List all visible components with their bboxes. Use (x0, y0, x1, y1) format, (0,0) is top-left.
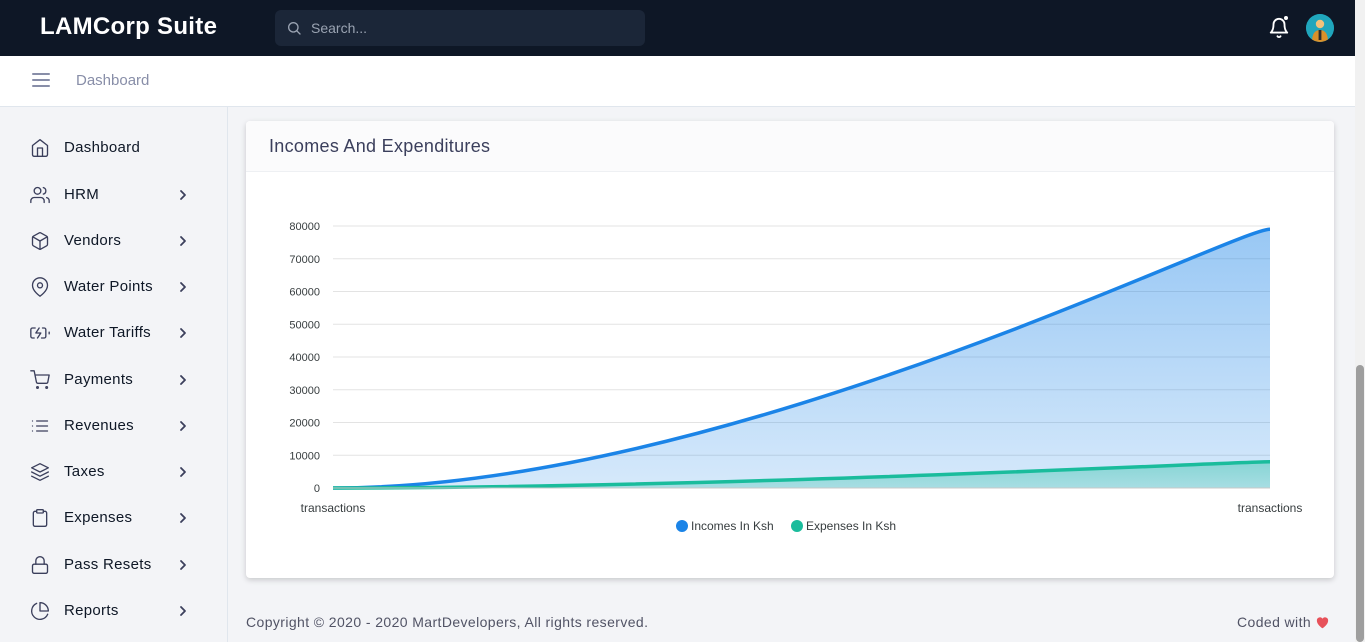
y-tick-label: 10000 (289, 450, 320, 462)
sidebar-item-label: Reports (64, 602, 119, 619)
sidebar-item-pass-resets[interactable]: Pass Resets (0, 545, 228, 585)
chevron-right-icon (180, 421, 186, 431)
scrollbar-thumb[interactable] (1356, 365, 1364, 642)
sidebar-item-taxes[interactable]: Taxes (0, 452, 228, 492)
chevron-right-icon (180, 606, 186, 616)
avatar-image (1306, 14, 1334, 42)
notifications-button[interactable] (1268, 15, 1290, 39)
y-tick-label: 30000 (289, 385, 320, 397)
sidebar-item-label: Revenues (64, 417, 134, 434)
footer-copyright: Copyright © 2020 - 2020 MartDevelopers, … (246, 614, 649, 630)
sidebar-item-label: Water Points (64, 278, 153, 295)
chevron-right-icon (180, 282, 186, 292)
legend-label: Incomes In Ksh (691, 519, 774, 533)
sidebar: Dashboard HRM Vendors Water Points Water… (0, 107, 228, 642)
y-tick-label: 70000 (289, 254, 320, 266)
lock-icon (31, 556, 49, 574)
sidebar-item-payments[interactable]: Payments (0, 360, 228, 400)
box-icon (31, 232, 49, 250)
y-tick-label: 20000 (289, 418, 320, 430)
breadcrumb-bar: Dashboard (0, 56, 1355, 107)
y-tick-label: 40000 (289, 352, 320, 364)
card-header: Incomes And Expenditures (246, 121, 1334, 172)
sidebar-item-dashboard[interactable]: Dashboard (0, 128, 228, 168)
pie-chart-icon (31, 602, 49, 620)
user-avatar[interactable] (1306, 14, 1334, 42)
sidebar-item-label: Taxes (64, 463, 105, 480)
sidebar-item-reports[interactable]: Reports (0, 591, 228, 631)
clipboard-icon (32, 509, 48, 527)
menu-toggle-icon[interactable] (32, 73, 50, 89)
y-tick-label: 0 (314, 483, 320, 495)
series-area-0 (333, 229, 1270, 488)
footer-credit: Coded with (1237, 614, 1330, 630)
footer-coded-with: Coded with (1237, 614, 1312, 630)
legend-marker (676, 520, 688, 532)
sidebar-item-label: Water Tariffs (64, 324, 151, 341)
breadcrumb[interactable]: Dashboard (76, 72, 149, 89)
chevron-right-icon (180, 375, 186, 385)
battery-charging-icon (30, 327, 50, 339)
sidebar-item-revenues[interactable]: Revenues (0, 406, 228, 446)
sidebar-item-label: Pass Resets (64, 556, 152, 573)
incomes-expenditures-card: Incomes And Expenditures 0 10000 20000 3000… (246, 121, 1334, 578)
card-title: Incomes And Expenditures (269, 136, 491, 156)
top-navbar: LAMCorp Suite (0, 0, 1355, 56)
heart-icon (1316, 617, 1329, 629)
sidebar-item-label: Dashboard (64, 139, 141, 156)
sidebar-item-hrm[interactable]: HRM (0, 175, 228, 215)
chevron-right-icon (180, 467, 186, 477)
y-tick-label: 80000 (289, 221, 320, 233)
search-input[interactable] (311, 10, 636, 46)
search-box[interactable] (275, 10, 645, 46)
brand-title[interactable]: LAMCorp Suite (40, 13, 217, 41)
sidebar-item-label: Expenses (64, 509, 133, 526)
y-tick-label: 60000 (289, 287, 320, 299)
sidebar-item-label: HRM (64, 186, 100, 203)
users-icon (30, 186, 50, 204)
notification-badge (1283, 15, 1289, 21)
map-pin-icon (31, 277, 49, 297)
sidebar-item-label: Payments (64, 371, 134, 388)
sidebar-item-vendors[interactable]: Vendors (0, 221, 228, 261)
x-tick-label: transactions (1238, 501, 1303, 515)
sidebar-item-water-points[interactable]: Water Points (0, 267, 228, 307)
sidebar-item-expenses[interactable]: Expenses (0, 498, 228, 538)
chevron-right-icon (180, 236, 186, 246)
sidebar-item-label: Vendors (64, 232, 122, 249)
search-icon (288, 22, 301, 35)
chevron-right-icon (180, 190, 186, 200)
y-tick-label: 50000 (289, 319, 320, 331)
sidebar-item-water-tariffs[interactable]: Water Tariffs (0, 313, 228, 353)
chevron-right-icon (180, 560, 186, 570)
legend-marker (791, 520, 803, 532)
layers-icon (31, 463, 49, 481)
chevron-right-icon (180, 328, 186, 338)
chevron-right-icon (180, 513, 186, 523)
list-icon (31, 420, 49, 432)
x-tick-label: transactions (301, 501, 366, 515)
income-expense-chart: 0 10000 20000 30000 40000 50000 60000 70000 8000… (289, 221, 1303, 533)
page-scrollbar[interactable] (1355, 0, 1365, 642)
shopping-cart-icon (30, 370, 50, 389)
legend-label: Expenses In Ksh (806, 519, 896, 533)
home-icon (31, 139, 49, 157)
